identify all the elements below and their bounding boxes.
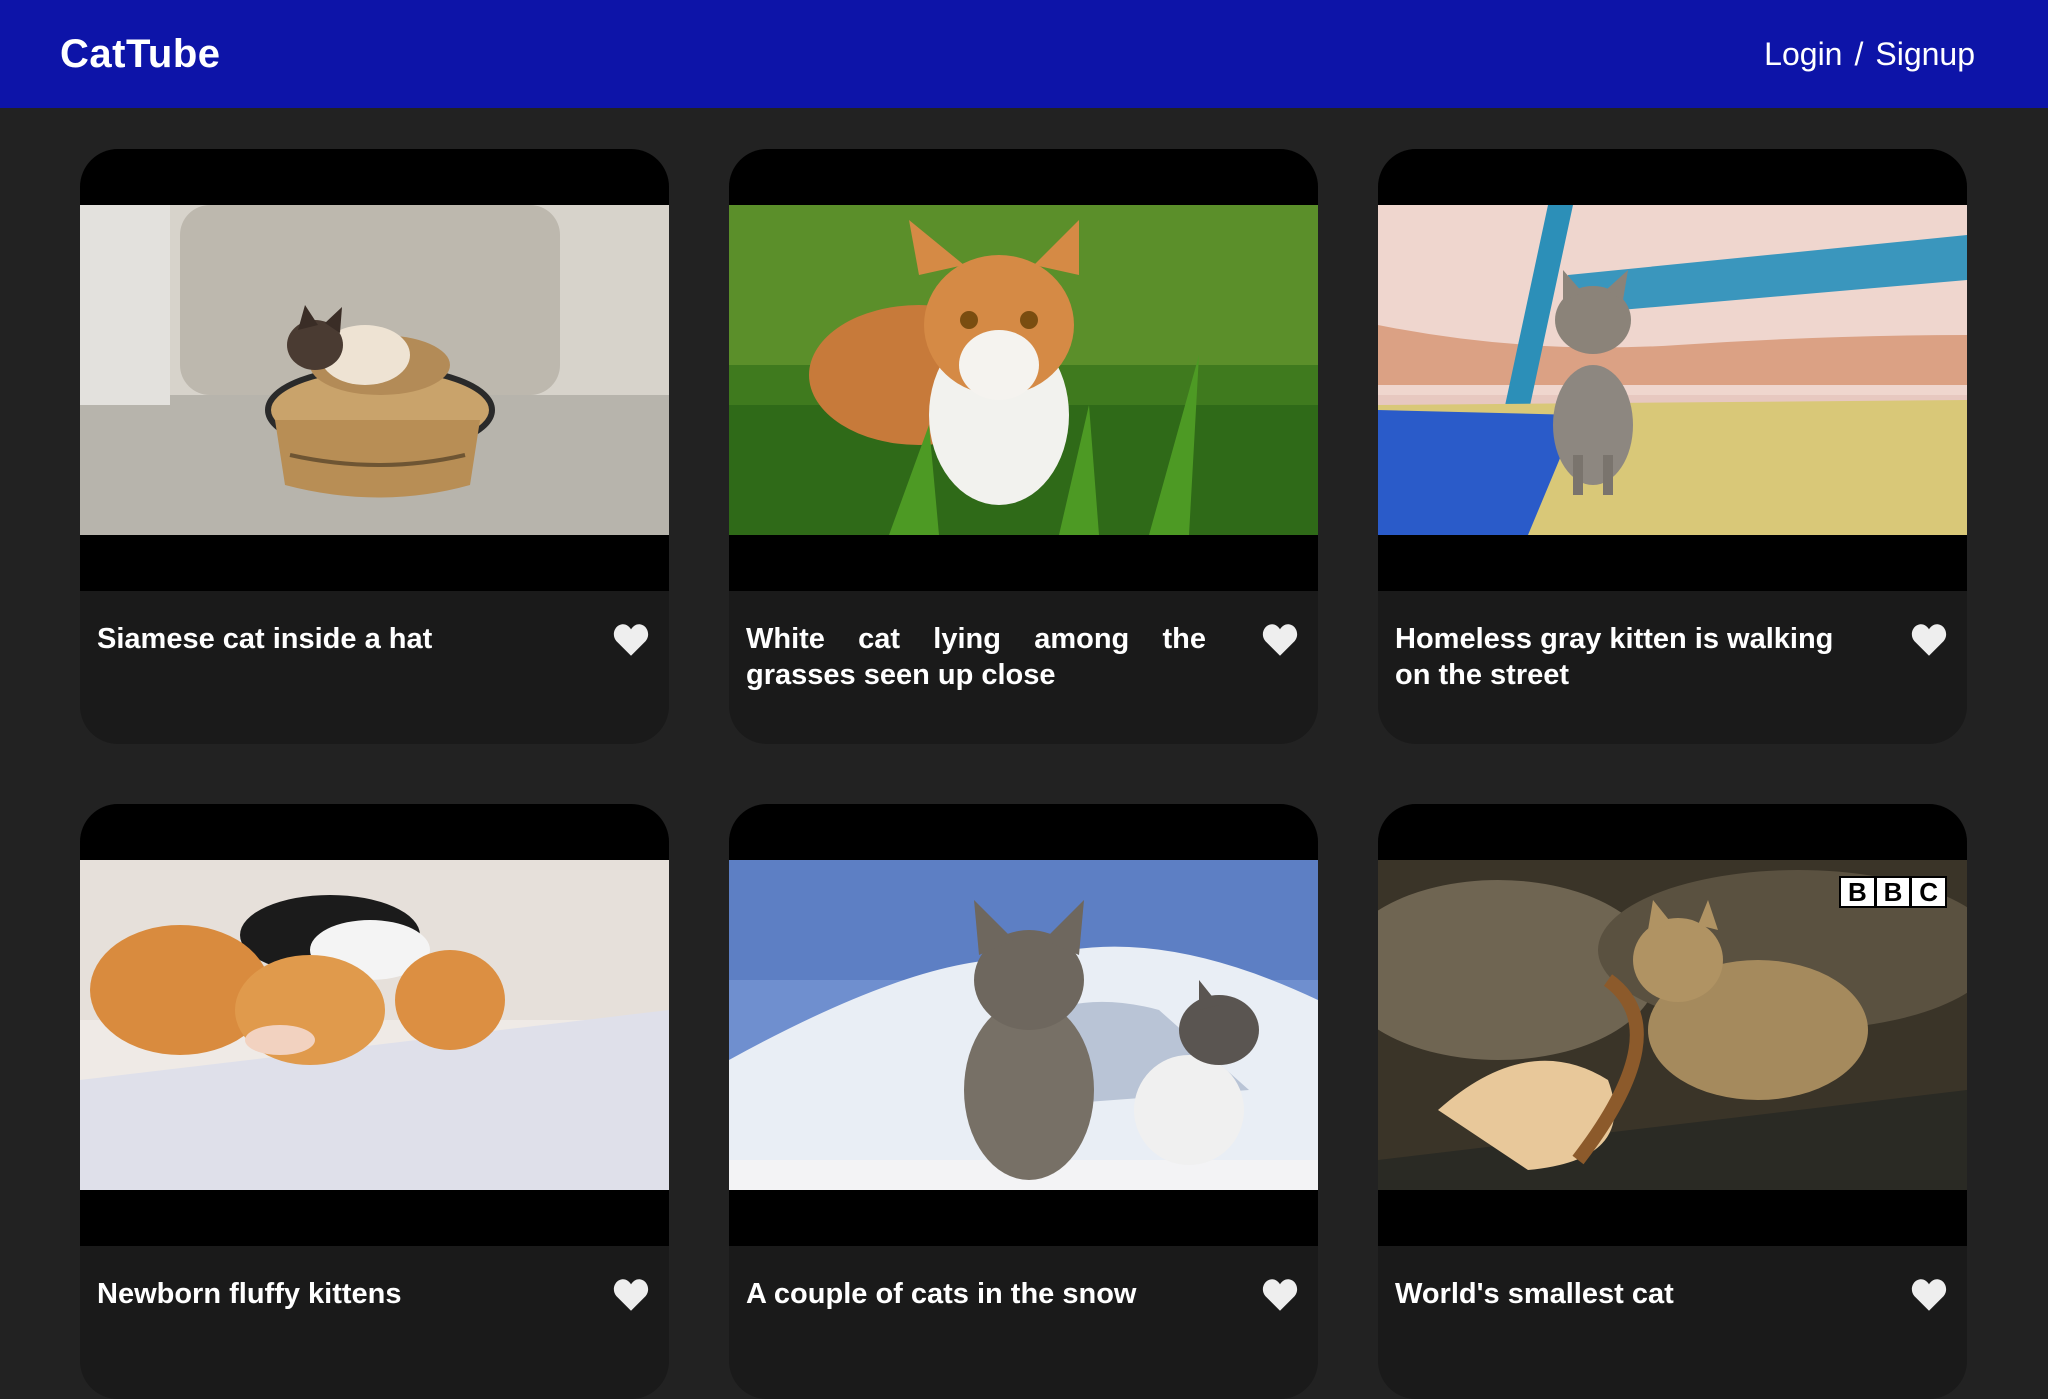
- video-player[interactable]: [729, 149, 1318, 591]
- video-title[interactable]: White cat lying among the grasses seen u…: [746, 621, 1206, 693]
- auth-separator: /: [1854, 35, 1864, 72]
- video-info: Siamese cat inside a hat: [80, 591, 669, 657]
- bbc-watermark-letter: B: [1876, 878, 1910, 906]
- bbc-watermark-letter: C: [1912, 878, 1946, 906]
- video-player[interactable]: BBC: [1378, 804, 1967, 1246]
- video-thumbnail[interactable]: [1378, 205, 1967, 535]
- video-card[interactable]: BBC World's smallest cat: [1378, 804, 1967, 1399]
- video-title[interactable]: Homeless gray kitten is walking on the s…: [1395, 621, 1855, 693]
- video-title[interactable]: Siamese cat inside a hat: [97, 621, 557, 657]
- bbc-watermark: BBC: [1839, 876, 1947, 908]
- video-thumbnail[interactable]: [80, 205, 669, 535]
- video-card[interactable]: Homeless gray kitten is walking on the s…: [1378, 149, 1967, 744]
- video-info: Newborn fluffy kittens: [80, 1246, 669, 1312]
- video-card[interactable]: Newborn fluffy kittens: [80, 804, 669, 1399]
- video-thumbnail[interactable]: BBC: [1378, 860, 1967, 1190]
- video-player[interactable]: [80, 149, 669, 591]
- top-navbar: CatTube Login / Signup: [0, 0, 2048, 108]
- login-link[interactable]: Login: [1764, 36, 1842, 73]
- video-player[interactable]: [80, 804, 669, 1246]
- brand-logo[interactable]: CatTube: [60, 32, 221, 77]
- video-info: Homeless gray kitten is walking on the s…: [1378, 591, 1967, 693]
- video-title[interactable]: Newborn fluffy kittens: [97, 1276, 557, 1312]
- heart-icon[interactable]: [1262, 623, 1298, 657]
- video-card[interactable]: Siamese cat inside a hat: [80, 149, 669, 744]
- signup-link[interactable]: Signup: [1875, 36, 1975, 73]
- video-thumbnail[interactable]: [729, 205, 1318, 535]
- heart-icon[interactable]: [613, 623, 649, 657]
- video-title[interactable]: World's smallest cat: [1395, 1276, 1855, 1312]
- heart-icon[interactable]: [613, 1278, 649, 1312]
- video-player[interactable]: [729, 804, 1318, 1246]
- video-title[interactable]: A couple of cats in the snow: [746, 1276, 1206, 1312]
- video-thumbnail[interactable]: [729, 860, 1318, 1190]
- video-card[interactable]: White cat lying among the grasses seen u…: [729, 149, 1318, 744]
- auth-links: Login / Signup: [1764, 36, 1975, 73]
- video-thumbnail[interactable]: [80, 860, 669, 1190]
- video-card[interactable]: A couple of cats in the snow: [729, 804, 1318, 1399]
- bbc-watermark-letter: B: [1841, 878, 1874, 906]
- video-player[interactable]: [1378, 149, 1967, 591]
- heart-icon[interactable]: [1911, 1278, 1947, 1312]
- heart-icon[interactable]: [1262, 1278, 1298, 1312]
- video-info: A couple of cats in the snow: [729, 1246, 1318, 1312]
- video-grid: Siamese cat inside a hat White cat lying…: [80, 149, 1968, 1399]
- heart-icon[interactable]: [1911, 623, 1947, 657]
- video-info: White cat lying among the grasses seen u…: [729, 591, 1318, 693]
- video-info: World's smallest cat: [1378, 1246, 1967, 1312]
